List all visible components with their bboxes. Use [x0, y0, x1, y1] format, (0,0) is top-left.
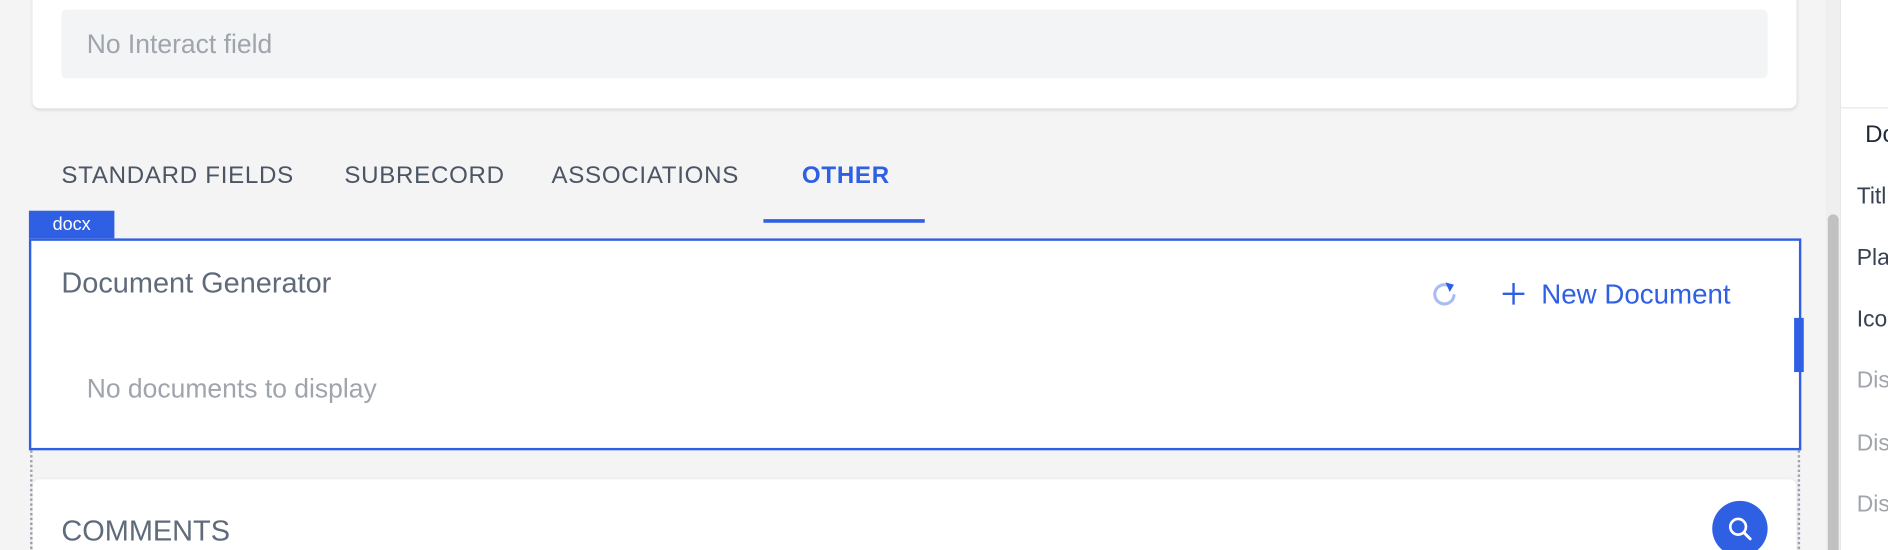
plus-icon	[1502, 282, 1525, 305]
resize-handle[interactable]	[1794, 317, 1804, 373]
tab-subrecord[interactable]: SUBRECORD	[344, 163, 504, 191]
right-panel-item-disabled[interactable]: Dis	[1857, 492, 1888, 518]
page-canvas: No Interact field STANDARD FIELDS SUBREC…	[0, 0, 1888, 550]
refresh-icon[interactable]	[1428, 277, 1462, 311]
comments-search-button[interactable]	[1712, 500, 1768, 550]
right-panel-heading: Do	[1865, 121, 1888, 149]
document-generator-title: Document Generator	[61, 267, 332, 300]
page-scrollbar-thumb[interactable]	[1827, 214, 1839, 550]
right-panel-item-disabled[interactable]: Dis	[1857, 368, 1888, 394]
search-icon	[1728, 517, 1752, 541]
tab-standard-fields[interactable]: STANDARD FIELDS	[61, 163, 294, 191]
docx-badge: docx	[28, 210, 115, 239]
new-document-label: New Document	[1541, 277, 1731, 309]
tab-associations[interactable]: ASSOCIATIONS	[551, 163, 739, 191]
new-document-button[interactable]: New Document	[1500, 275, 1731, 314]
active-tab-indicator	[763, 219, 925, 223]
comments-panel: COMMENTS	[32, 479, 1797, 550]
right-panel-item-icon[interactable]: Ico	[1857, 307, 1888, 333]
right-properties-panel: Do Titl Pla Ico Dis Dis Dis	[1839, 0, 1888, 550]
document-generator-panel: Document Generator New Document No docum…	[28, 238, 1802, 451]
interact-field[interactable]: No Interact field	[61, 9, 1768, 79]
drop-guide-right	[1797, 450, 1801, 550]
empty-state-text: No documents to display	[86, 373, 377, 404]
right-panel-divider	[1841, 107, 1888, 109]
right-panel-item-title[interactable]: Titl	[1857, 184, 1887, 210]
tab-other[interactable]: OTHER	[802, 163, 890, 191]
interact-field-placeholder: No Interact field	[86, 28, 273, 59]
right-panel-item-disabled[interactable]: Dis	[1857, 431, 1888, 457]
interact-card: No Interact field	[32, 0, 1797, 109]
tab-bar: STANDARD FIELDS SUBRECORD ASSOCIATIONS O…	[0, 138, 1806, 223]
comments-title: COMMENTS	[61, 515, 230, 548]
right-panel-item-placeholder[interactable]: Pla	[1857, 246, 1888, 272]
